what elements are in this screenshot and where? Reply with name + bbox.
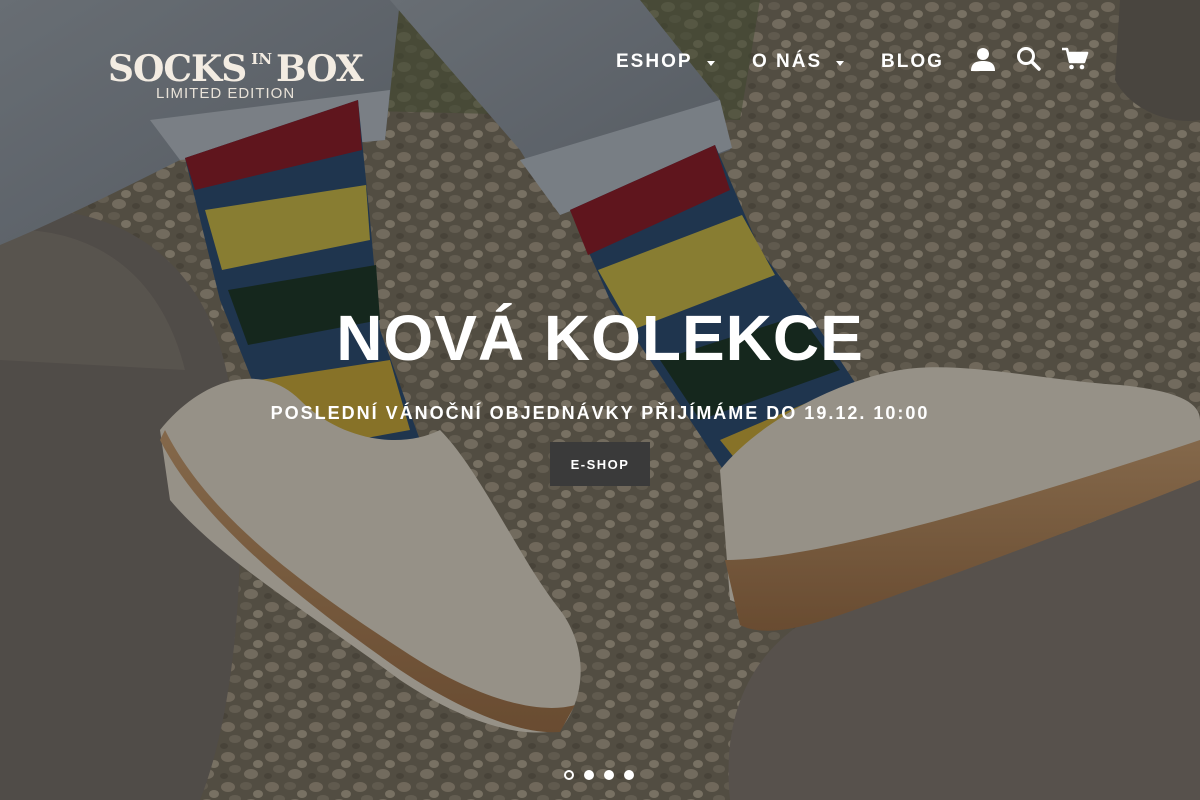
chevron-down-icon xyxy=(706,60,715,66)
eshop-button[interactable]: E-SHOP xyxy=(550,442,650,486)
search-icon[interactable] xyxy=(1014,44,1044,74)
nav-item-o-nas[interactable]: O NÁS xyxy=(752,48,845,76)
nav-item-label: O NÁS xyxy=(752,51,823,72)
nav-item-label: ESHOP xyxy=(616,51,693,72)
cart-icon[interactable] xyxy=(1060,44,1090,74)
chevron-down-icon xyxy=(836,60,845,66)
slide-dot-4[interactable] xyxy=(624,770,634,780)
nav-item-blog[interactable]: BLOG xyxy=(881,48,944,76)
nav-item-eshop[interactable]: ESHOP xyxy=(616,48,715,76)
slide-dot-1[interactable] xyxy=(564,770,574,780)
hero-subtitle: POSLEDNÍ VÁNOČNÍ OBJEDNÁVKY PŘIJÍMÁME DO… xyxy=(270,403,930,423)
nav-item-label: BLOG xyxy=(881,51,944,72)
logo-subtitle: LIMITED EDITION xyxy=(156,85,296,102)
hero-slideshow: SOCKS IN BOX LIMITED EDITION ESHOP O NÁS B… xyxy=(0,0,1200,800)
slideshow-dots xyxy=(560,770,650,784)
account-icon[interactable] xyxy=(968,44,998,74)
hero-title: NOVÁ KOLEKCE xyxy=(336,302,864,374)
site-header: SOCKS IN BOX LIMITED EDITION ESHOP O NÁS B… xyxy=(0,0,1200,120)
slide-dot-2[interactable] xyxy=(584,770,594,780)
slide-dot-3[interactable] xyxy=(604,770,614,780)
